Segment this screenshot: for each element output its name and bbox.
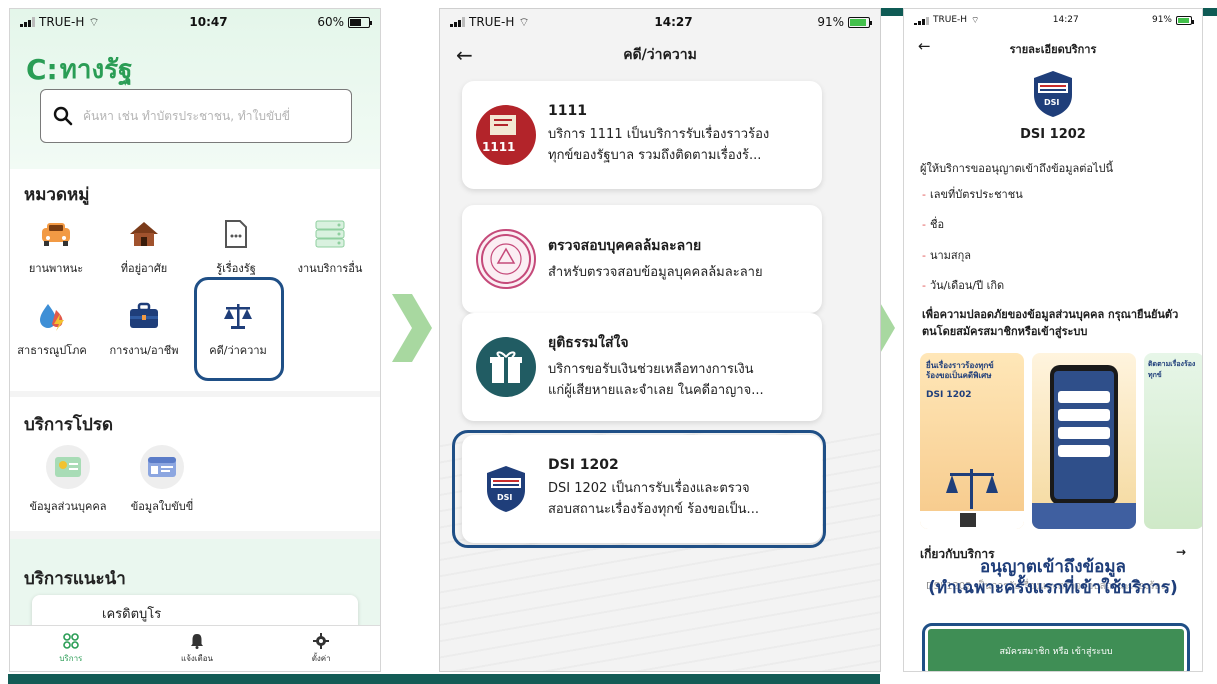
favorite-driver-license[interactable]: ข้อมูลใบขับขี่	[114, 445, 210, 515]
category-housing[interactable]: ที่อยู่อาศัย	[98, 217, 190, 277]
server-icon	[315, 220, 345, 248]
register-button-highlight	[922, 623, 1190, 671]
promo-banner[interactable]: ยื่นเรื่องราวร้องทุกข์ ร้องขอเป็นคดีพิเศ…	[920, 353, 1024, 529]
service-desc: ทุกข์ของรัฐบาล รวมถึงติดตามเรื่องร้...	[548, 148, 762, 163]
status-bar: TRUE-H ⌔ 14:27 91%	[904, 9, 1202, 31]
page-title: รายละเอียดบริการ	[1009, 43, 1097, 56]
wifi-icon: ⌔	[518, 14, 530, 29]
bell-icon	[191, 633, 204, 649]
status-bar: TRUE-H ⌔ 14:27 91%	[440, 9, 880, 35]
category-vehicle[interactable]: ยานพาหนะ	[10, 217, 102, 277]
status-bar: TRUE-H ⌔ 10:47 60%	[10, 9, 380, 35]
requirement-item: - วัน/เดือน/ปี เกิด	[922, 279, 1005, 292]
category-utilities[interactable]: สาธารณูปโภค	[10, 299, 98, 359]
bottom-tab-bar: บริการ แจ้งเตือน ตั้งค่า	[10, 625, 380, 671]
requirement-item: - ชื่อ	[922, 218, 945, 231]
app-logo: C: ทางรัฐ	[26, 53, 133, 86]
id-card-icon	[55, 457, 81, 477]
security-note: เพื่อความปลอดภัยของข้อมูลส่วนบุคคล กรุณา…	[922, 308, 1179, 338]
tab-settings[interactable]: ตั้งค่า	[312, 632, 331, 665]
logo-mark-icon: C:	[26, 53, 58, 86]
favorites-title: บริการโปรด	[24, 415, 113, 435]
service-desc: บริการขอรับเงินช่วยเหลือทางการเงิน	[548, 362, 754, 378]
dsi-emblem-icon: DSI	[1034, 71, 1072, 117]
nav-bar: ← คดี/ว่าความ	[440, 35, 880, 75]
service-detail-screen: TRUE-H ⌔ 14:27 91% ← รายละเอียดบริการ DSI…	[903, 8, 1203, 672]
search-placeholder: ค้นหา เช่น ทำบัตรประชาชน, ทำใบขับขี่	[83, 108, 290, 123]
carrier-label: TRUE-H	[39, 15, 85, 29]
battery-charging-icon	[1176, 15, 1194, 25]
categories-title: หมวดหมู่	[24, 185, 90, 205]
gear-icon	[313, 632, 330, 649]
service-desc: สำหรับตรวจสอบข้อมูลบุคคลล้มละลาย	[548, 264, 763, 280]
1111-logo-icon: 1111	[476, 105, 536, 165]
back-arrow-icon[interactable]: ←	[918, 37, 931, 55]
tab-services[interactable]: บริการ	[59, 632, 82, 665]
scales-illustration-icon	[920, 469, 1024, 529]
requirement-item: - เลขที่บัตรประชาชน	[922, 188, 1023, 201]
wifi-icon: ⌔	[88, 14, 100, 29]
service-desc: บริการ 1111 เป็นบริการรับเรื่องราวร้อง	[548, 127, 770, 143]
legal-category-screen: TRUE-H ⌔ 14:27 91% ← คดี/ว่าความ 1111 111…	[439, 8, 881, 672]
svg-text:DSI: DSI	[1044, 98, 1059, 107]
phone-mockup-icon	[1032, 365, 1136, 529]
svg-text:1111: 1111	[482, 140, 515, 154]
service-name: DSI 1202	[1020, 127, 1086, 142]
driver-license-icon	[148, 457, 176, 477]
battery-charging-icon	[847, 16, 872, 28]
clock: 10:47	[189, 15, 228, 29]
clock: 14:27	[1052, 15, 1079, 25]
nav-bar: ← รายละเอียดบริการ	[904, 31, 1202, 67]
favorite-personal-info[interactable]: ข้อมูลส่วนบุคคล	[20, 445, 116, 515]
battery-icon	[347, 16, 372, 28]
house-icon	[130, 222, 158, 246]
category-jobs[interactable]: การงาน/อาชีพ	[98, 299, 190, 359]
home-screen: TRUE-H ⌔ 10:47 60% C: ทางรัฐ ค้นหา เช่น ทำ…	[9, 8, 381, 672]
tab-notifications[interactable]: แจ้งเตือน	[181, 633, 213, 665]
wifi-icon: ⌔	[971, 15, 980, 26]
briefcase-icon	[130, 302, 158, 328]
promo-banner[interactable]: ติดตามเรื่องร้องทุกข์	[1144, 353, 1202, 529]
service-card-1111[interactable]: 1111 1111 บริการ 1111 เป็นบริการรับเรื่อ…	[462, 81, 822, 189]
battery-percent: 91%	[817, 15, 844, 29]
carrier-label: TRUE-H	[933, 15, 968, 25]
signal-icon	[914, 15, 929, 25]
legal-category-highlight	[194, 277, 284, 381]
back-arrow-icon[interactable]: ←	[456, 43, 473, 67]
clock: 14:27	[654, 15, 693, 29]
service-desc: แก่ผู้เสียหายและจำเลย ในคดีอาญาจ...	[548, 383, 764, 398]
utility-icon	[40, 304, 64, 331]
service-title: ตรวจสอบบุคคลล้มละลาย	[548, 237, 702, 254]
promo-banner[interactable]	[1032, 353, 1136, 529]
requirement-item: - นามสกุล	[922, 249, 972, 262]
search-input[interactable]: ค้นหา เช่น ทำบัตรประชาชน, ทำใบขับขี่	[40, 89, 352, 143]
document-icon	[225, 220, 247, 248]
recommended-title: บริการแนะนำ	[24, 569, 126, 589]
signal-icon	[450, 17, 465, 27]
justice-gift-icon	[476, 337, 536, 397]
search-icon	[53, 106, 73, 126]
battery-percent: 60%	[317, 15, 344, 29]
permission-intro: ผู้ให้บริการขออนุญาตเข้าถึงข้อมูลต่อไปนี…	[920, 162, 1114, 175]
flow-arrow-icon	[392, 294, 432, 362]
signal-icon	[20, 17, 35, 27]
car-icon	[42, 223, 70, 246]
service-title: 1111	[548, 103, 587, 120]
battery-percent: 91%	[1151, 15, 1172, 25]
callout-caption: อนุญาตเข้าถึงข้อมูล (ทำเฉพาะครั้งแรกที่เ…	[928, 557, 1178, 599]
category-other-services[interactable]: งานบริการอื่น	[284, 217, 376, 277]
dsi-card-highlight	[452, 430, 826, 548]
bankruptcy-seal-icon	[476, 229, 536, 289]
recommended-card: บริการแนะนำ เครดิตบูโร	[10, 539, 380, 635]
service-card-bankruptcy[interactable]: ตรวจสอบบุคคลล้มละลาย สำหรับตรวจสอบข้อมูล…	[462, 205, 822, 313]
category-gov-info[interactable]: รู้เรื่องรัฐ	[190, 217, 282, 277]
carrier-label: TRUE-H	[469, 15, 515, 29]
grid-icon	[63, 632, 79, 649]
service-card-justice[interactable]: ยุติธรรมใส่ใจ บริการขอรับเงินช่วยเหลือทา…	[462, 313, 822, 421]
service-title: ยุติธรรมใส่ใจ	[548, 335, 629, 352]
footer-bar	[8, 674, 880, 684]
page-title: คดี/ว่าความ	[623, 47, 697, 63]
